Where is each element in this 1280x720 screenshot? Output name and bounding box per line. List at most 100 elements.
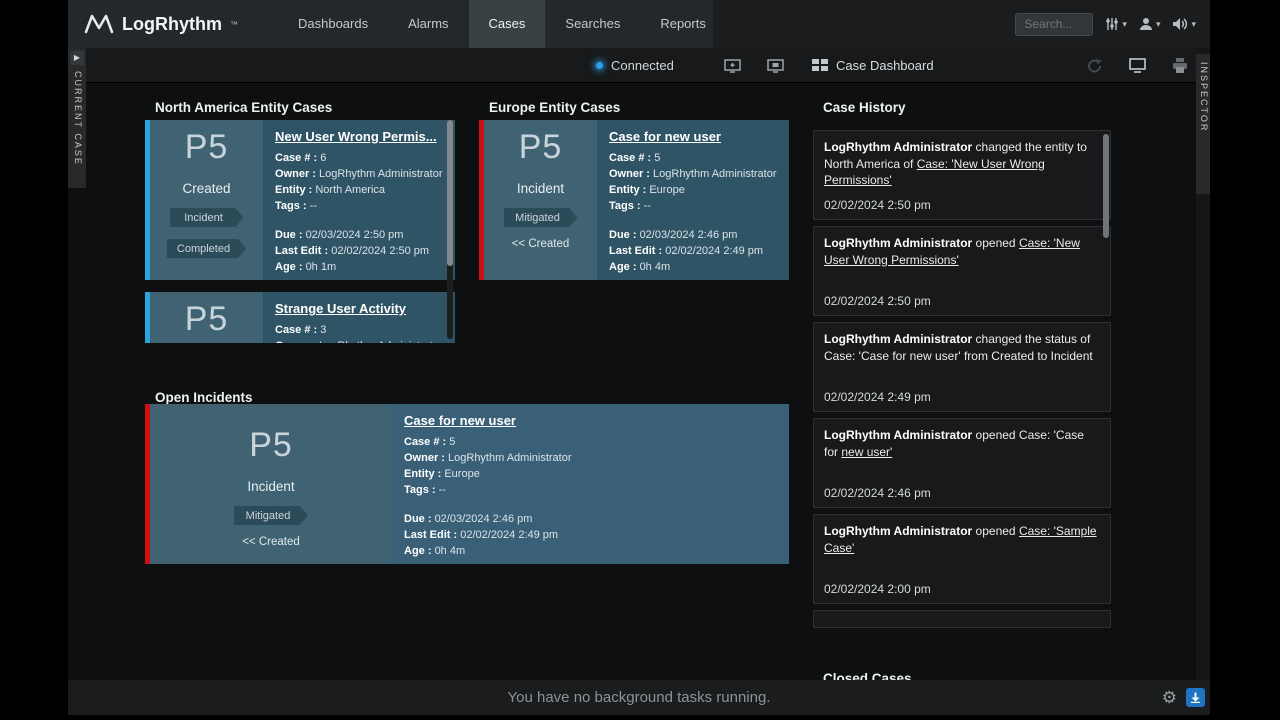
history-actor: LogRhythm Administrator — [824, 332, 972, 346]
history-actor: LogRhythm Administrator — [824, 236, 972, 250]
nav-item-searches[interactable]: Searches — [545, 0, 640, 48]
history-timestamp: 02/02/2024 2:46 pm — [824, 486, 931, 500]
dashboard-grid-icon — [812, 59, 828, 72]
case-field-tags: Tags-- — [609, 198, 777, 214]
case-field-due: Due02/03/2024 2:46 pm — [404, 511, 777, 527]
case-card-open-incident[interactable]: P5 Incident Mitigated << Created Case fo… — [145, 404, 789, 564]
case-field-owner: OwnerLogRhythm Administrator — [275, 166, 443, 182]
audio-notifications-menu[interactable]: ▾ — [1172, 17, 1196, 31]
case-card-strange-user-activity[interactable]: P5 Strange User Activity Case #3 OwnerLo… — [145, 292, 455, 343]
gear-icon[interactable]: ⚙ — [1162, 688, 1177, 708]
case-card-left: P5 Created Incident Completed — [150, 120, 263, 280]
case-field-last-edit: Last Edit02/02/2024 2:49 pm — [609, 243, 777, 259]
status-bar: You have no background tasks running. ⚙ — [68, 680, 1210, 715]
dashboard-selector[interactable]: Case Dashboard — [812, 48, 934, 83]
revert-status-link[interactable]: << Created — [242, 536, 300, 548]
priority-label: P5 — [185, 128, 229, 167]
nav-item-alarms[interactable]: Alarms — [388, 0, 468, 48]
filter-settings-menu[interactable]: ▾ — [1105, 17, 1127, 31]
case-field-tags: Tags-- — [404, 482, 777, 498]
case-status-label: Incident — [247, 479, 294, 494]
case-field-last-edit: Last Edit02/02/2024 2:50 pm — [275, 243, 443, 259]
current-case-tab[interactable]: CURRENT CASE — [71, 71, 83, 166]
printer-icon[interactable] — [1172, 58, 1188, 73]
add-widget-icon[interactable] — [724, 48, 741, 83]
scrollbar-thumb[interactable] — [1103, 134, 1109, 238]
case-field-owner: OwnerLogRhythm Administrator — [609, 166, 777, 182]
case-field-owner: OwnerLogRhythm Administrator — [275, 338, 443, 343]
background-tasks-message: You have no background tasks running. — [508, 689, 771, 706]
case-field-age: Age0h 4m — [404, 543, 777, 559]
case-status-label: Created — [182, 181, 230, 196]
case-card-case-for-new-user[interactable]: P5 Incident Mitigated << Created Case fo… — [479, 120, 789, 280]
dashboard-content: North America Entity Cases P5 Created In… — [68, 83, 1210, 680]
current-case-panel-collapsed: ▶ CURRENT CASE — [68, 48, 86, 188]
brand[interactable]: LogRhythm™ — [68, 14, 238, 35]
search-input[interactable] — [1015, 13, 1093, 36]
case-field-case-number: Case #6 — [275, 150, 443, 166]
history-text: LogRhythm Administrator opened Case: 'Ne… — [824, 235, 1100, 268]
screen-view-icon[interactable] — [1129, 58, 1146, 73]
logrhythm-logo-icon — [84, 14, 114, 34]
top-nav: LogRhythm™ Dashboards Alarms Cases Searc… — [68, 0, 1210, 48]
section-heading-north-america: North America Entity Cases — [155, 100, 332, 115]
case-field-tags: Tags-- — [275, 198, 443, 214]
north-america-case-list: P5 Created Incident Completed New User W… — [145, 120, 455, 343]
scrollbar-track[interactable] — [447, 120, 453, 339]
case-field-due: Due02/03/2024 2:50 pm — [275, 227, 443, 243]
history-action: opened — [972, 524, 1019, 538]
history-actor: LogRhythm Administrator — [824, 140, 972, 154]
revert-status-link[interactable]: << Created — [512, 238, 570, 250]
nav-item-cases[interactable]: Cases — [469, 0, 546, 48]
case-title-link[interactable]: Case for new user — [609, 129, 721, 144]
dashboard-title: Case Dashboard — [836, 58, 934, 73]
status-mitigated-button[interactable]: Mitigated — [234, 506, 308, 525]
status-completed-button[interactable]: Completed — [167, 239, 246, 258]
case-field-entity: EntityNorth America — [275, 182, 443, 198]
case-field-age: Age0h 4m — [609, 259, 777, 275]
scrollbar-thumb[interactable] — [447, 120, 453, 266]
case-card-new-user-wrong-permissions[interactable]: P5 Created Incident Completed New User W… — [145, 120, 455, 280]
save-layout-icon[interactable] — [767, 48, 784, 83]
chevron-down-icon: ▾ — [1191, 19, 1196, 30]
case-field-case-number: Case #5 — [609, 150, 777, 166]
chevron-down-icon: ▾ — [1156, 19, 1161, 30]
case-title-link[interactable]: Case for new user — [404, 413, 516, 428]
history-timestamp: 02/02/2024 2:49 pm — [824, 390, 931, 404]
nav-item-reports[interactable]: Reports — [640, 0, 726, 48]
case-field-entity: EntityEurope — [404, 466, 777, 482]
case-history-list: LogRhythm Administrator changed the enti… — [813, 130, 1111, 634]
expand-arrow-icon[interactable]: ▶ — [70, 51, 84, 65]
case-card-left: P5 Incident Mitigated << Created — [484, 120, 597, 280]
download-tasks-button[interactable] — [1186, 688, 1205, 707]
restore-layout-icon[interactable] — [1087, 58, 1103, 73]
status-mitigated-button[interactable]: Mitigated — [504, 208, 578, 227]
history-actor: LogRhythm Administrator — [824, 524, 972, 538]
case-field-last-edit: Last Edit02/02/2024 2:49 pm — [404, 527, 777, 543]
section-heading-closed-cases: Closed Cases — [823, 671, 912, 680]
history-action: opened — [972, 236, 1019, 250]
toolbar-right-icons — [1087, 48, 1188, 83]
sliders-icon — [1105, 17, 1119, 31]
user-menu[interactable]: ▾ — [1139, 17, 1161, 31]
case-field-due: Due02/03/2024 2:46 pm — [609, 227, 777, 243]
history-timestamp: 02/02/2024 2:50 pm — [824, 294, 931, 308]
priority-label: P5 — [249, 426, 293, 465]
top-nav-left: LogRhythm™ Dashboards Alarms Cases Searc… — [68, 0, 713, 48]
priority-label: P5 — [519, 128, 563, 167]
history-actor: LogRhythm Administrator — [824, 428, 972, 442]
case-field-owner: OwnerLogRhythm Administrator — [404, 450, 777, 466]
case-title-link[interactable]: Strange User Activity — [275, 301, 406, 316]
history-entry: LogRhythm Administrator opened Case: 'Sa… — [813, 514, 1111, 604]
main-nav: Dashboards Alarms Cases Searches Reports — [278, 0, 726, 48]
case-title-link[interactable]: New User Wrong Permis... — [275, 129, 437, 144]
nav-item-dashboards[interactable]: Dashboards — [278, 0, 388, 48]
status-incident-button[interactable]: Incident — [170, 208, 244, 227]
section-heading-europe: Europe Entity Cases — [489, 100, 620, 115]
history-case-link[interactable]: new user' — [841, 445, 892, 459]
screen: LogRhythm™ Dashboards Alarms Cases Searc… — [0, 0, 1280, 720]
history-entry: LogRhythm Administrator opened Case: 'Ne… — [813, 226, 1111, 316]
case-field-case-number: Case #5 — [404, 434, 777, 450]
inspector-tab[interactable]: INSPECTOR — [1197, 62, 1209, 132]
case-status-label: Incident — [517, 181, 564, 196]
